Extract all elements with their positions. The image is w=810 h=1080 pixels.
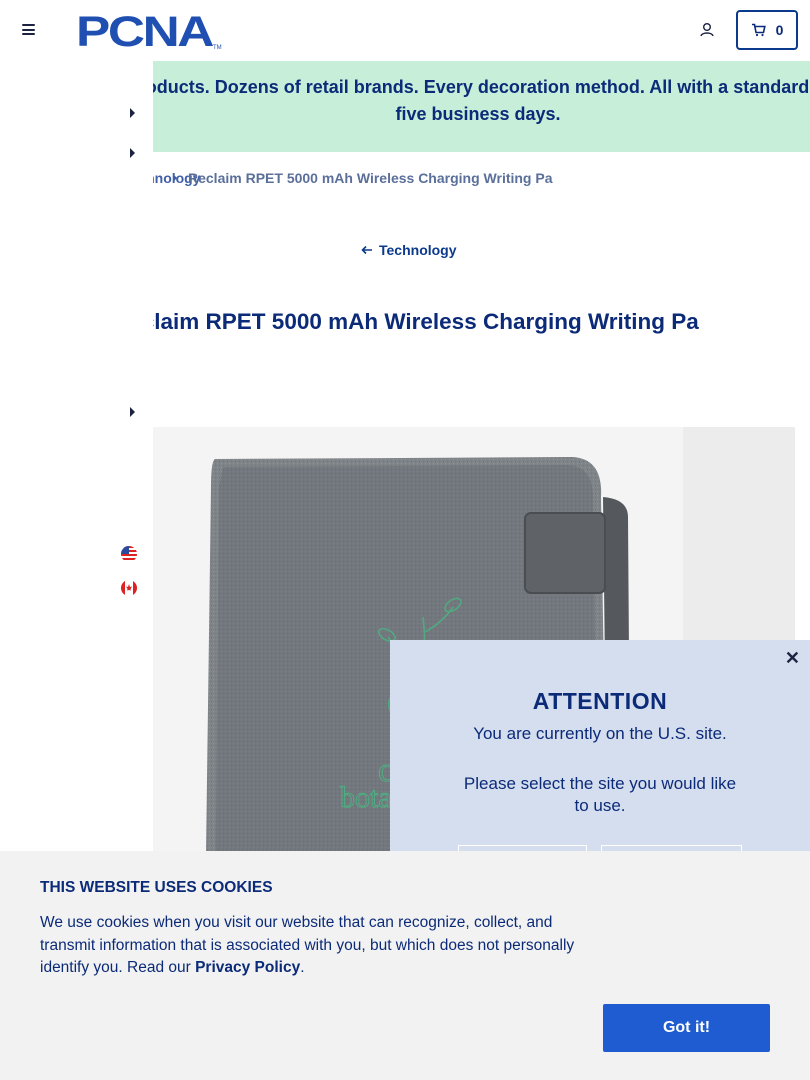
privacy-policy-link[interactable]: Privacy Policy (195, 959, 300, 976)
account-icon[interactable] (699, 22, 715, 38)
modal-message: You are currently on the U.S. site. (473, 724, 727, 743)
menu-icon[interactable] (22, 24, 35, 35)
us-flag-icon[interactable] (121, 546, 137, 562)
got-it-button[interactable]: Got it! (603, 1004, 770, 1052)
back-link-label: Technology (379, 242, 457, 258)
back-to-category-link[interactable]: Technology (361, 242, 457, 258)
cart-button[interactable]: 0 (736, 10, 798, 50)
logo-text: PCNA (76, 10, 213, 50)
canada-flag-icon[interactable] (121, 580, 137, 596)
product-title: Reclaim RPET 5000 mAh Wireless Charging … (153, 309, 810, 341)
cookie-text: We use cookies when you visit our websit… (40, 912, 600, 980)
close-icon[interactable]: ✕ (785, 648, 800, 669)
site-header: PCNA TM 0 (0, 0, 810, 61)
cookie-text-body: We use cookies when you visit our websit… (40, 914, 575, 976)
nav-expand-caret-icon[interactable] (130, 108, 135, 118)
cookie-text-end: . (300, 959, 305, 976)
cart-count: 0 (775, 22, 784, 38)
promo-banner: Thousands of products. Dozens of retail … (153, 61, 810, 152)
pcna-logo[interactable]: PCNA TM (76, 8, 224, 56)
breadcrumb-current: Reclaim RPET 5000 mAh Wireless Charging … (188, 170, 553, 186)
product-title-text: Reclaim RPET 5000 mAh Wireless Charging … (153, 309, 699, 334)
logo-tm: TM (213, 45, 222, 50)
nav-expand-caret-icon[interactable] (130, 407, 135, 417)
breadcrumb: Technology Reclaim RPET 5000 mAh Wireles… (153, 170, 810, 190)
modal-title: ATTENTION (532, 688, 668, 714)
arrow-left-icon (361, 245, 372, 255)
cookie-title: THIS WEBSITE USES COOKIES (40, 879, 273, 896)
promo-banner-text: Thousands of products. Dozens of retail … (153, 77, 810, 124)
cookie-banner: THIS WEBSITE USES COOKIES We use cookies… (0, 851, 810, 1080)
nav-expand-caret-icon[interactable] (130, 148, 135, 158)
breadcrumb-separator-icon (173, 174, 177, 182)
cart-icon (751, 23, 766, 37)
modal-prompt: Please select the site you would like to… (463, 774, 737, 815)
